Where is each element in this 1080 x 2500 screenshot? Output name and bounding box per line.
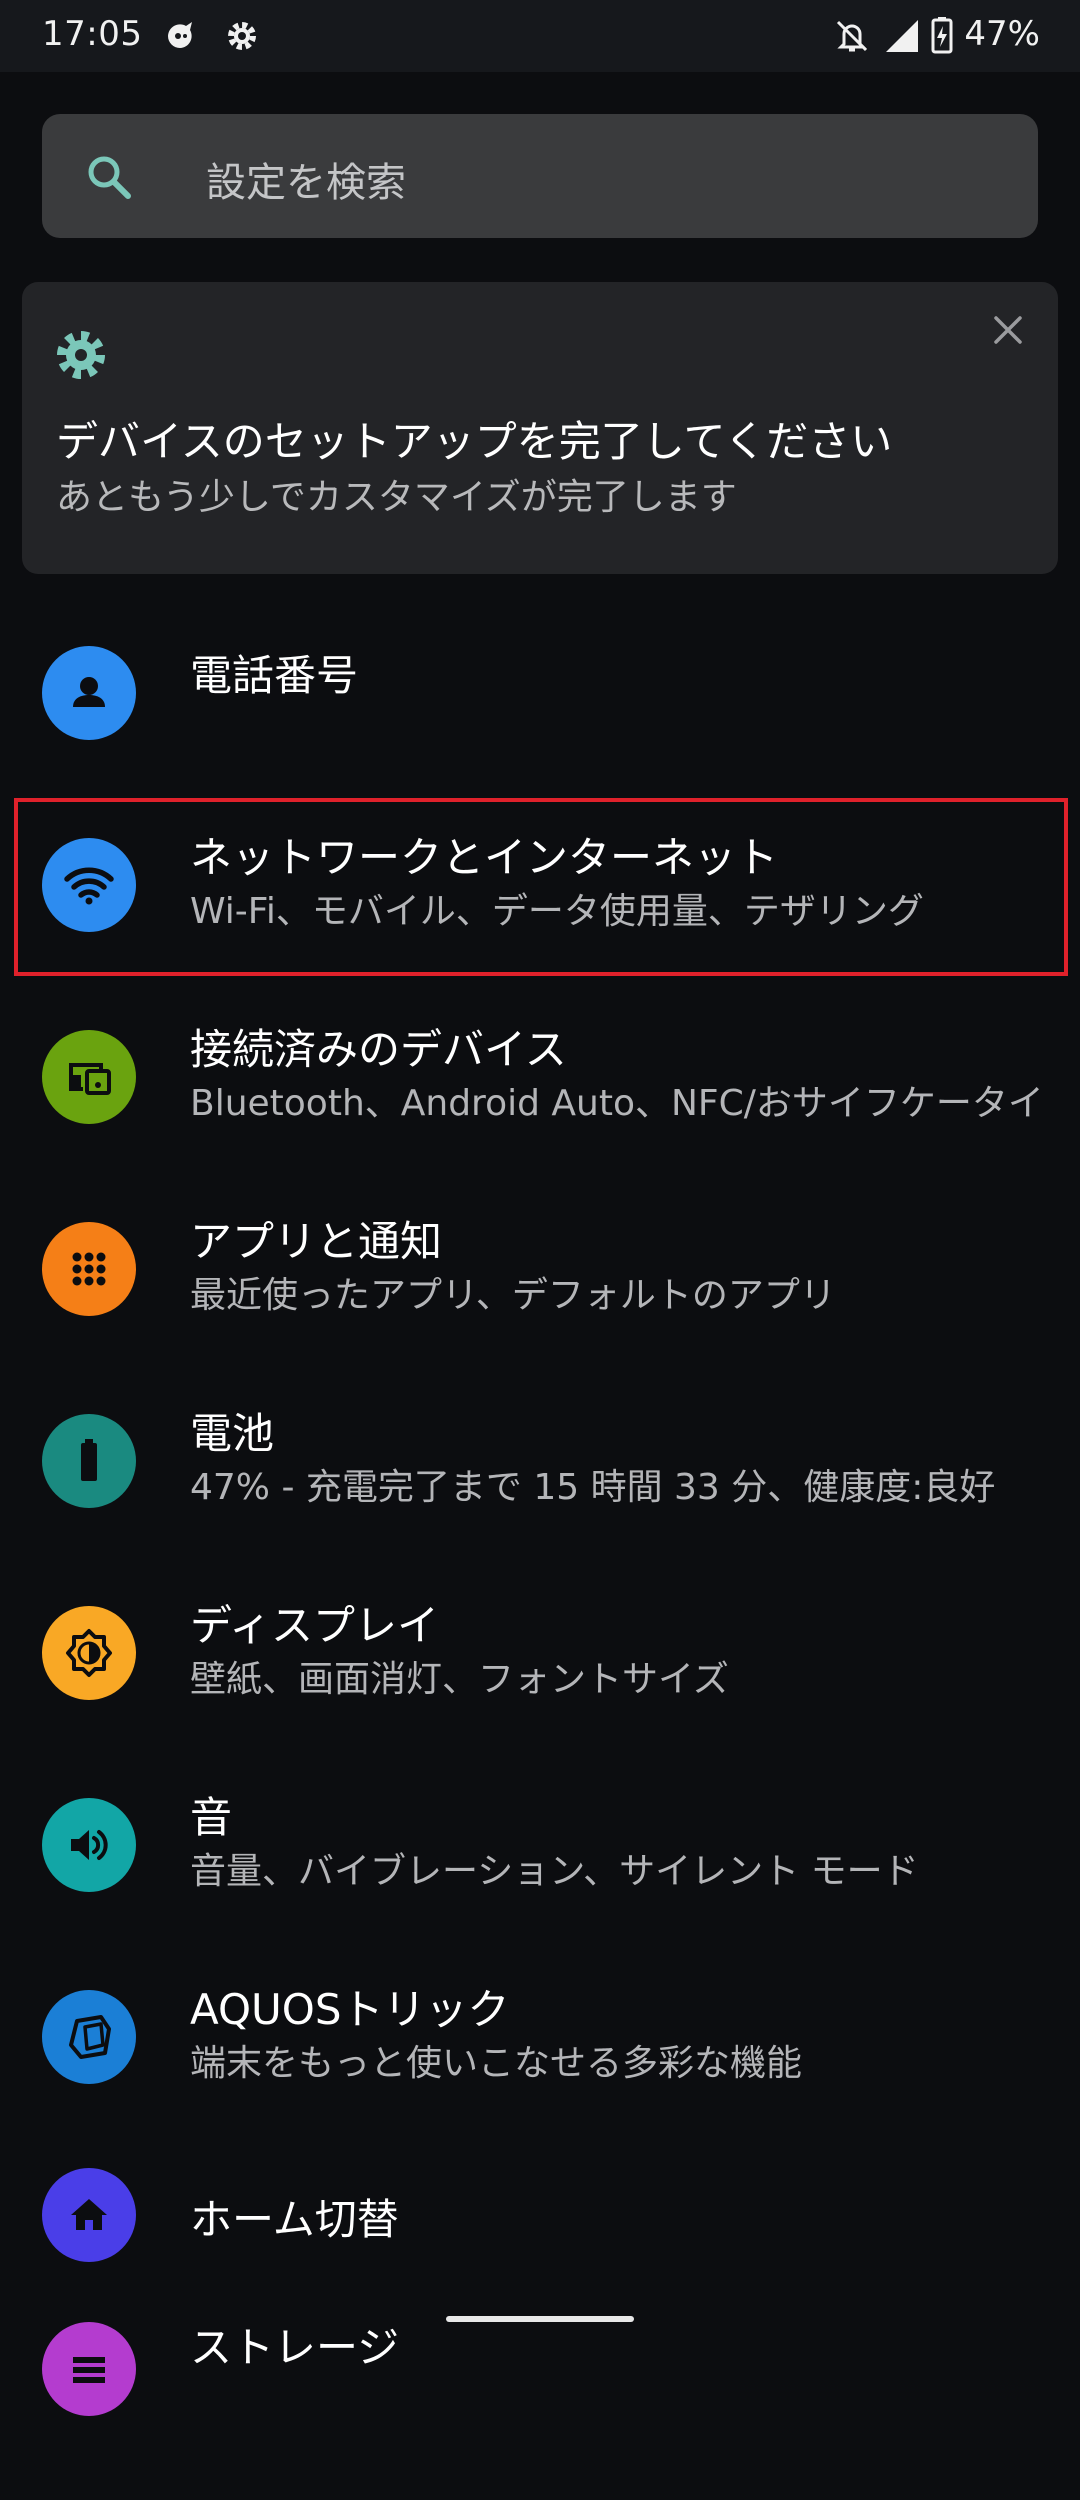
status-time: 17:05 — [42, 14, 143, 54]
setting-item-storage[interactable]: ストレージ — [0, 2308, 1080, 2500]
navigation-handle[interactable] — [446, 2316, 634, 2322]
setting-item-display[interactable]: ディスプレイ 壁紙、画面消灯、フォントサイズ — [0, 1560, 1080, 1752]
setting-subtitle: 音量、バイブレーション、サイレント モード — [190, 1851, 919, 1892]
devices-icon — [42, 1030, 136, 1124]
setting-item-apps-notifications[interactable]: アプリと通知 最近使ったアプリ、デフォルトのアプリ — [0, 1176, 1080, 1368]
app-notification-icon — [160, 16, 200, 56]
search-bar[interactable]: 設定を検索 — [42, 114, 1038, 238]
setup-card-subtitle: あともう少しでカスタマイズが完了します — [56, 477, 737, 518]
setting-item-battery[interactable]: 電池 47% - 充電完了まで 15 時間 33 分、健康度:良好 — [0, 1368, 1080, 1560]
setting-subtitle: 最近使ったアプリ、デフォルトのアプリ — [190, 1275, 836, 1316]
status-bar: 17:05 47% — [0, 0, 1080, 72]
setting-title: アプリと通知 — [190, 1217, 443, 1266]
person-icon — [42, 646, 136, 740]
setting-title: ストレージ — [190, 2323, 400, 2372]
setting-item-phone-number[interactable]: 電話番号 — [0, 600, 1080, 792]
setting-title: ディスプレイ — [190, 1601, 440, 1650]
search-placeholder: 設定を検索 — [206, 160, 406, 206]
setting-item-connected-devices[interactable]: 接続済みのデバイス Bluetooth、Android Auto、NFC/おサイ… — [0, 984, 1080, 1176]
setting-title: 接続済みのデバイス — [190, 1025, 567, 1074]
setup-card-title: デバイスのセットアップを完了してください — [56, 417, 893, 466]
setting-subtitle: 端末をもっと使いこなせる多彩な機能 — [190, 2043, 803, 2084]
settings-gear-status-icon — [222, 16, 262, 56]
setting-subtitle: 壁紙、画面消灯、フォントサイズ — [190, 1659, 729, 1700]
search-icon — [84, 152, 134, 202]
brightness-icon — [42, 1606, 136, 1700]
setting-item-home-switch[interactable]: ホーム切替 — [0, 2136, 1080, 2328]
setting-item-sound[interactable]: 音 音量、バイブレーション、サイレント モード — [0, 1752, 1080, 1944]
volume-icon — [42, 1798, 136, 1892]
highlight-box — [14, 798, 1068, 976]
setting-title: AQUOSトリック — [190, 1985, 510, 2034]
cube-icon — [42, 1990, 136, 2084]
notifications-off-icon — [832, 16, 872, 56]
home-icon — [42, 2168, 136, 2262]
close-icon[interactable] — [988, 310, 1028, 350]
battery-percentage: 47% — [964, 14, 1040, 54]
storage-icon — [42, 2322, 136, 2416]
gear-icon — [52, 326, 110, 384]
setting-subtitle: 47% - 充電完了まで 15 時間 33 分、健康度:良好 — [190, 1467, 996, 1508]
setting-title: 音 — [190, 1793, 233, 1842]
setup-suggestion-card[interactable]: デバイスのセットアップを完了してください あともう少しでカスタマイズが完了します — [22, 282, 1058, 574]
apps-grid-icon — [42, 1222, 136, 1316]
battery-icon — [42, 1414, 136, 1508]
battery-charging-icon — [930, 16, 954, 56]
setting-title: 電話番号 — [190, 651, 359, 700]
signal-icon — [882, 16, 922, 56]
setting-title: 電池 — [190, 1409, 275, 1458]
setting-item-aquos-trick[interactable]: AQUOSトリック 端末をもっと使いこなせる多彩な機能 — [0, 1944, 1080, 2136]
setting-title: ホーム切替 — [190, 2195, 399, 2244]
setting-subtitle: Bluetooth、Android Auto、NFC/おサイフケータイ — [190, 1083, 1044, 1124]
